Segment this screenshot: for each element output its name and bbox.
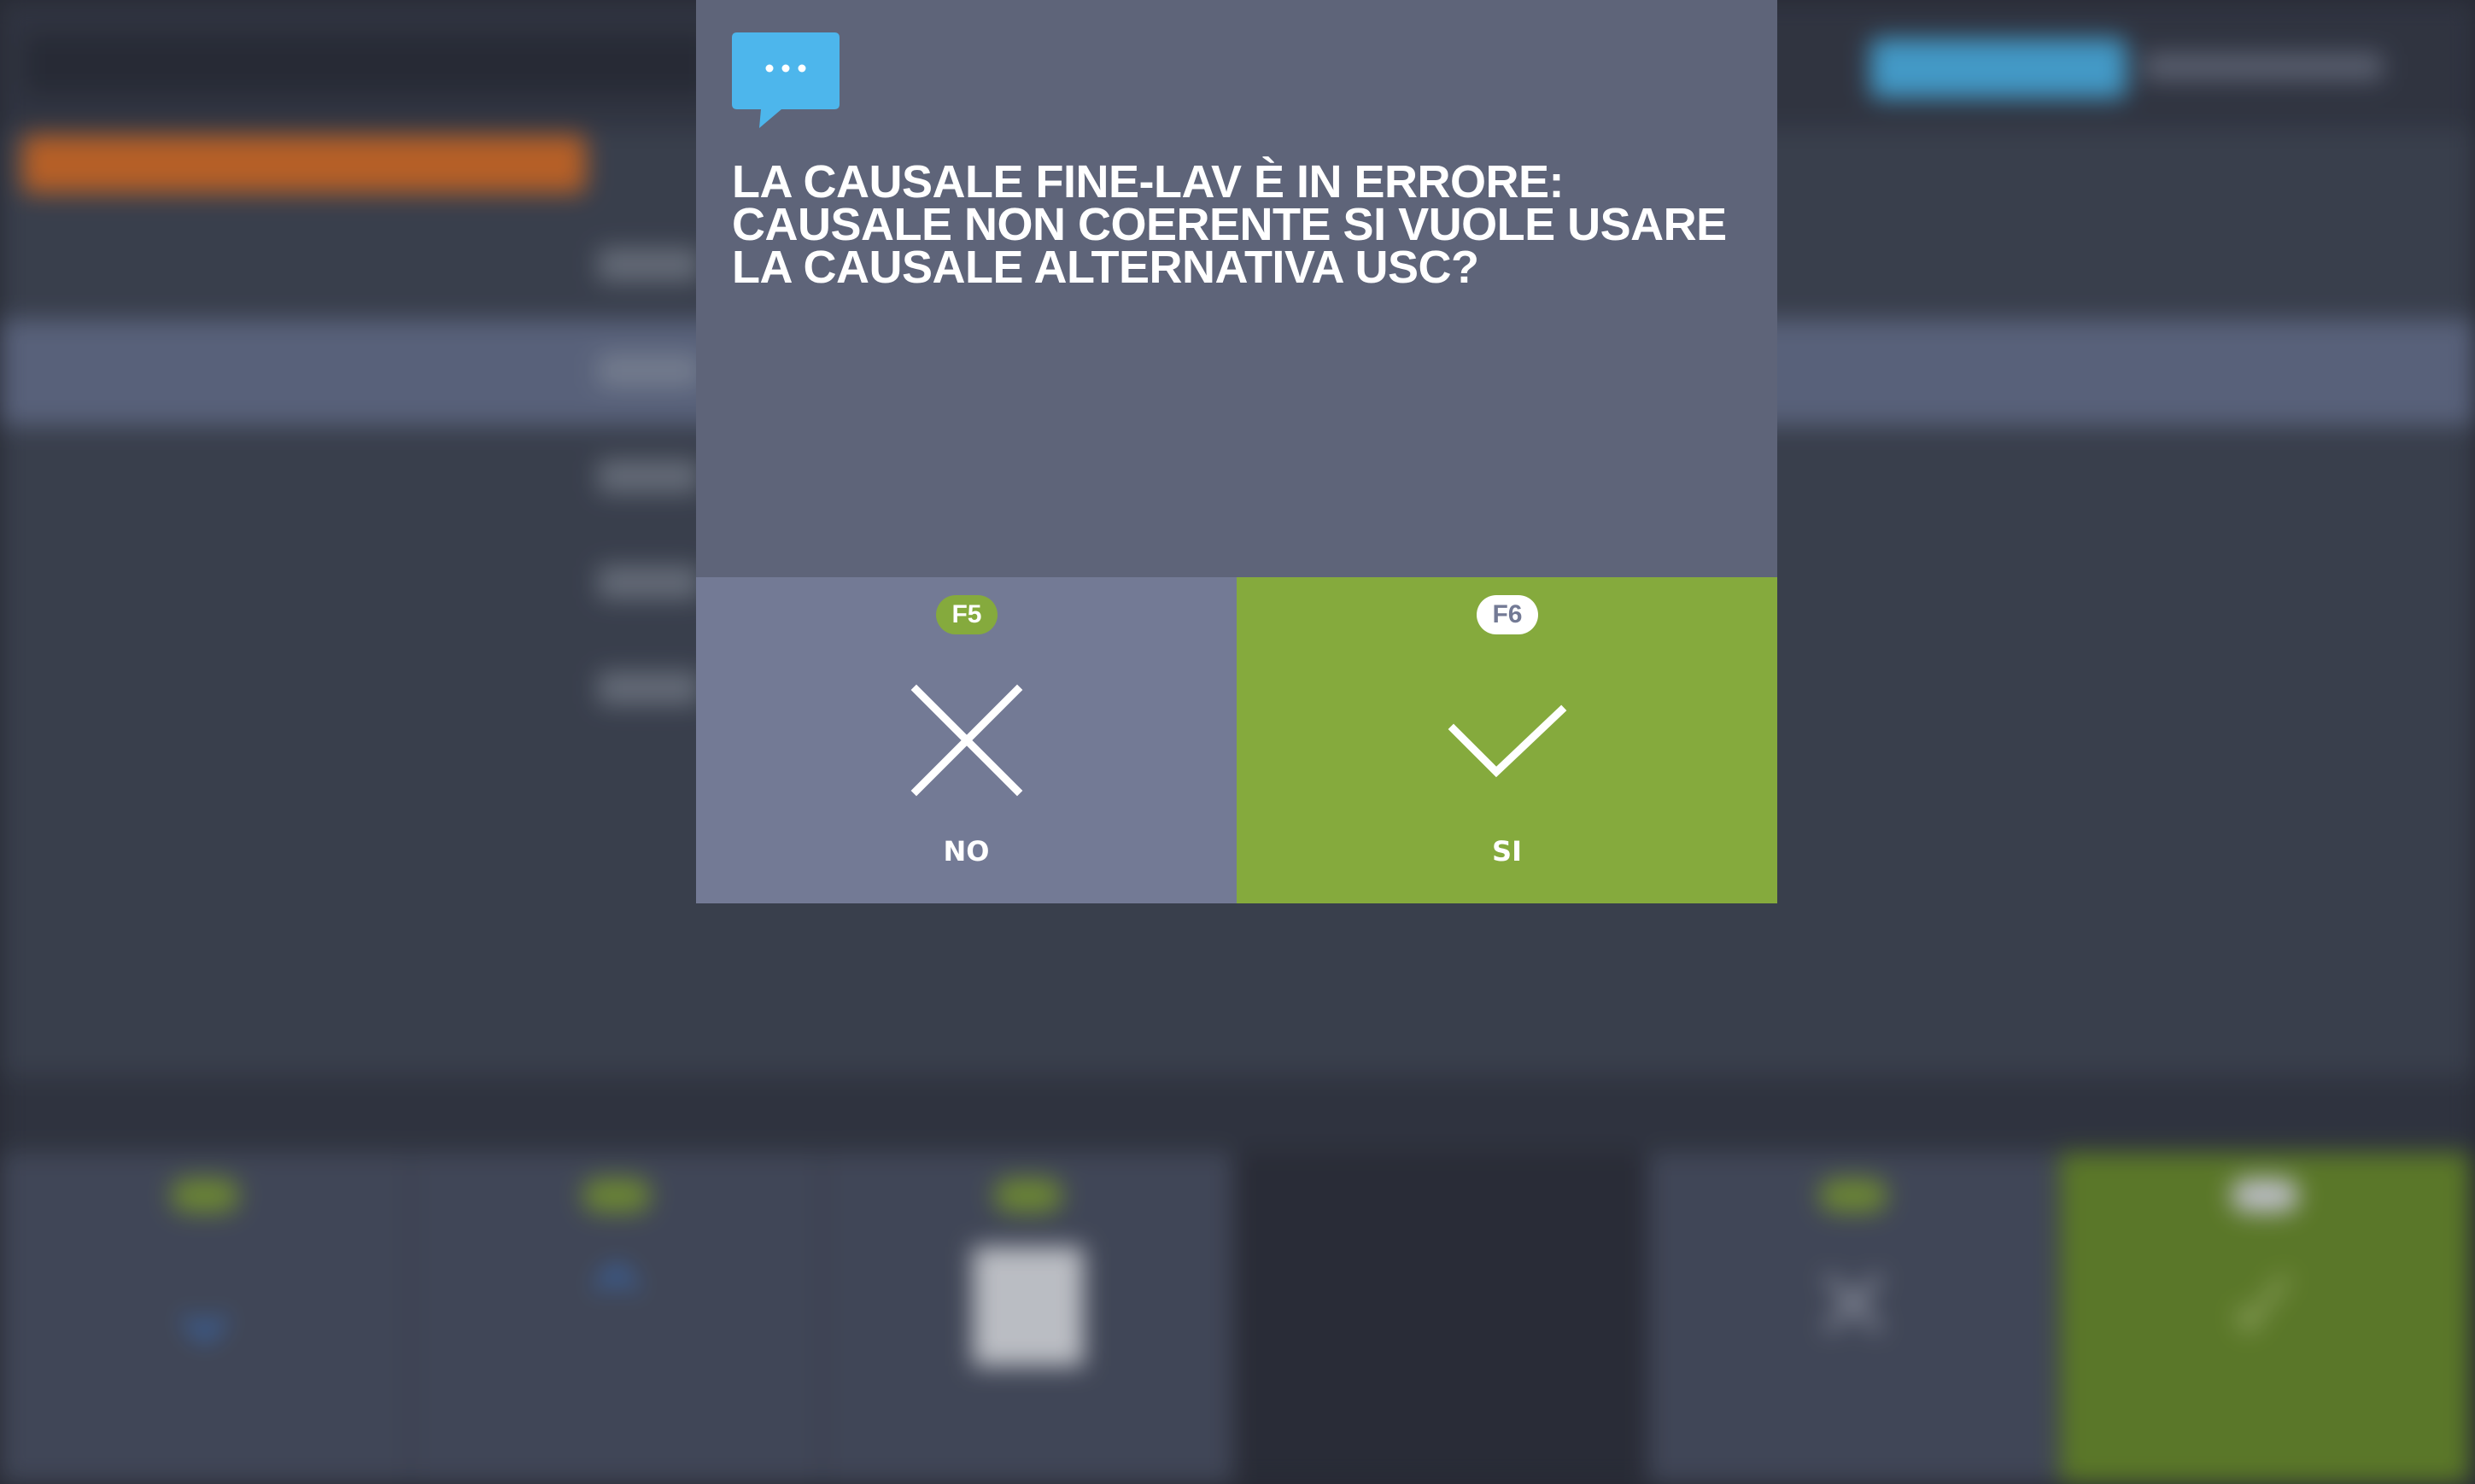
check-icon	[1448, 704, 1567, 778]
dialog-message: LA CAUSALE FINE-LAV È IN ERRORE: CAUSALE…	[732, 156, 1727, 293]
shortcut-badge-f5: F5	[936, 595, 998, 634]
confirm-dialog: LA CAUSALE FINE-LAV È IN ERRORE: CAUSALE…	[696, 0, 1777, 903]
shortcut-badge-f6: F6	[1477, 595, 1538, 634]
no-button-label: NO	[943, 835, 990, 868]
screen: ⌄ ⌃ ✕ ✓ LA CAUSALE FINE-LAV È IN ERRORE:…	[0, 0, 2475, 1484]
close-icon	[910, 684, 1023, 797]
speech-bubble-icon	[732, 32, 840, 128]
yes-button-label: SI	[1492, 835, 1522, 868]
yes-button[interactable]: F6 SI	[1237, 577, 1777, 903]
no-button[interactable]: F5 NO	[696, 577, 1237, 903]
